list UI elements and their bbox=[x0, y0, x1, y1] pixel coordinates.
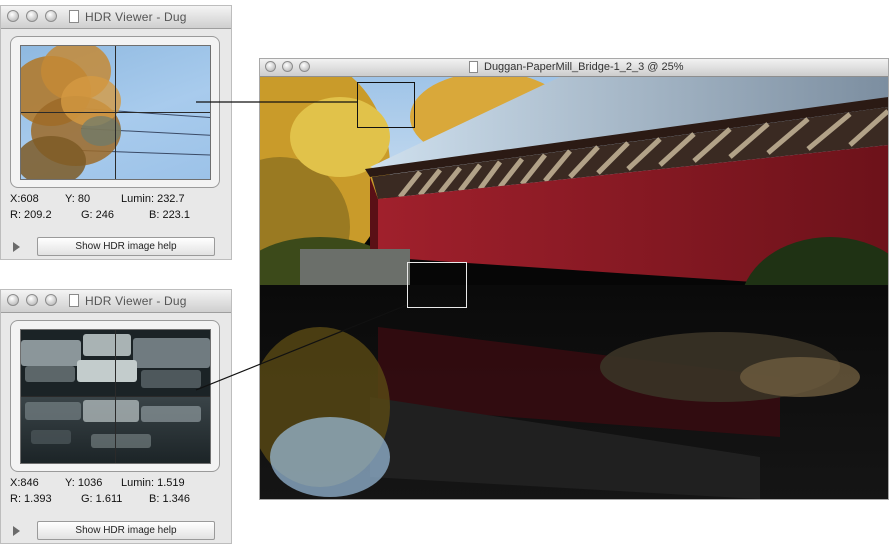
leader-lines bbox=[195, 101, 408, 391]
